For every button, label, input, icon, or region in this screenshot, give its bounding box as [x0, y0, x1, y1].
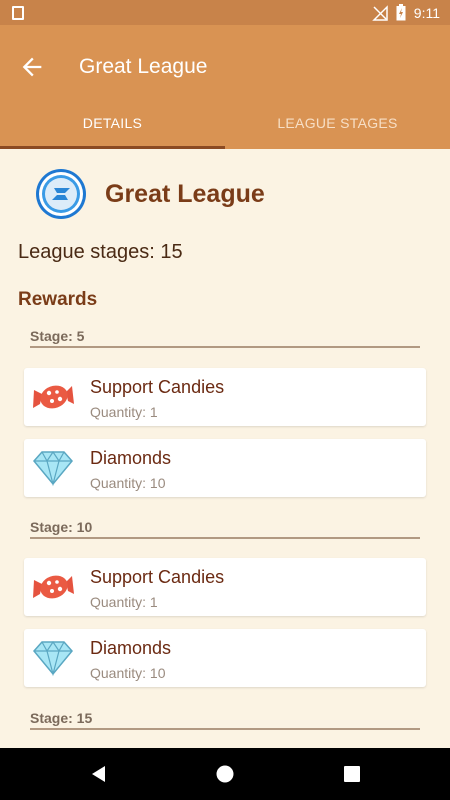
reward-name: Diamonds — [90, 638, 172, 658]
stage-divider — [30, 728, 420, 730]
back-arrow-icon[interactable] — [18, 53, 46, 81]
reward-item[interactable]: Diamonds Quantity: 10 — [24, 439, 426, 497]
diamond-icon — [33, 450, 73, 487]
reward-item[interactable]: Support Candies Quantity: 1 — [24, 368, 426, 426]
details-content[interactable]: Great League League stages: 15 Rewards S… — [0, 149, 450, 748]
reward-item[interactable]: Diamonds Quantity: 10 — [24, 629, 426, 687]
rewards-heading: Rewards — [18, 289, 98, 310]
reward-name: Support Candies — [90, 377, 225, 397]
tab-bar: DETAILS LEAGUE STAGES — [0, 111, 450, 149]
reward-quantity: Quantity: 1 — [90, 594, 158, 610]
app-bar-title: Great League — [79, 55, 208, 78]
league-name: Great League — [105, 179, 265, 208]
tab-details[interactable]: DETAILS — [0, 111, 225, 149]
signal-off-icon — [371, 4, 388, 21]
reward-quantity: Quantity: 1 — [90, 404, 158, 420]
stage-label: Stage: 10 — [30, 519, 93, 535]
clock-time: 9:11 — [413, 4, 440, 21]
tab-league-stages[interactable]: LEAGUE STAGES — [225, 111, 450, 149]
stage-divider — [30, 537, 420, 539]
sd-card-icon — [12, 6, 24, 20]
candy-icon — [33, 575, 74, 599]
stage-divider — [30, 346, 420, 348]
battery-charging-icon — [396, 4, 406, 21]
reward-name: Diamonds — [90, 448, 172, 468]
league-stages-count: League stages: 15 — [18, 241, 183, 263]
app-bar: Great League DETAILS LEAGUE STAGES — [0, 25, 450, 149]
system-nav-bar — [0, 748, 450, 800]
league-header: Great League — [34, 167, 265, 221]
reward-quantity: Quantity: 10 — [90, 665, 166, 681]
status-bar: 9:11 — [0, 0, 450, 25]
stage-label: Stage: 15 — [30, 710, 93, 726]
nav-back-icon[interactable] — [89, 764, 109, 784]
reward-item[interactable]: Support Candies Quantity: 1 — [24, 558, 426, 616]
nav-home-icon[interactable] — [215, 764, 235, 784]
nav-recents-icon[interactable] — [342, 764, 362, 784]
diamond-icon — [33, 640, 73, 677]
great-league-badge-icon — [36, 169, 86, 219]
candy-icon — [33, 385, 74, 409]
reward-name: Support Candies — [90, 567, 225, 587]
reward-quantity: Quantity: 10 — [90, 475, 166, 491]
stage-label: Stage: 5 — [30, 328, 85, 344]
